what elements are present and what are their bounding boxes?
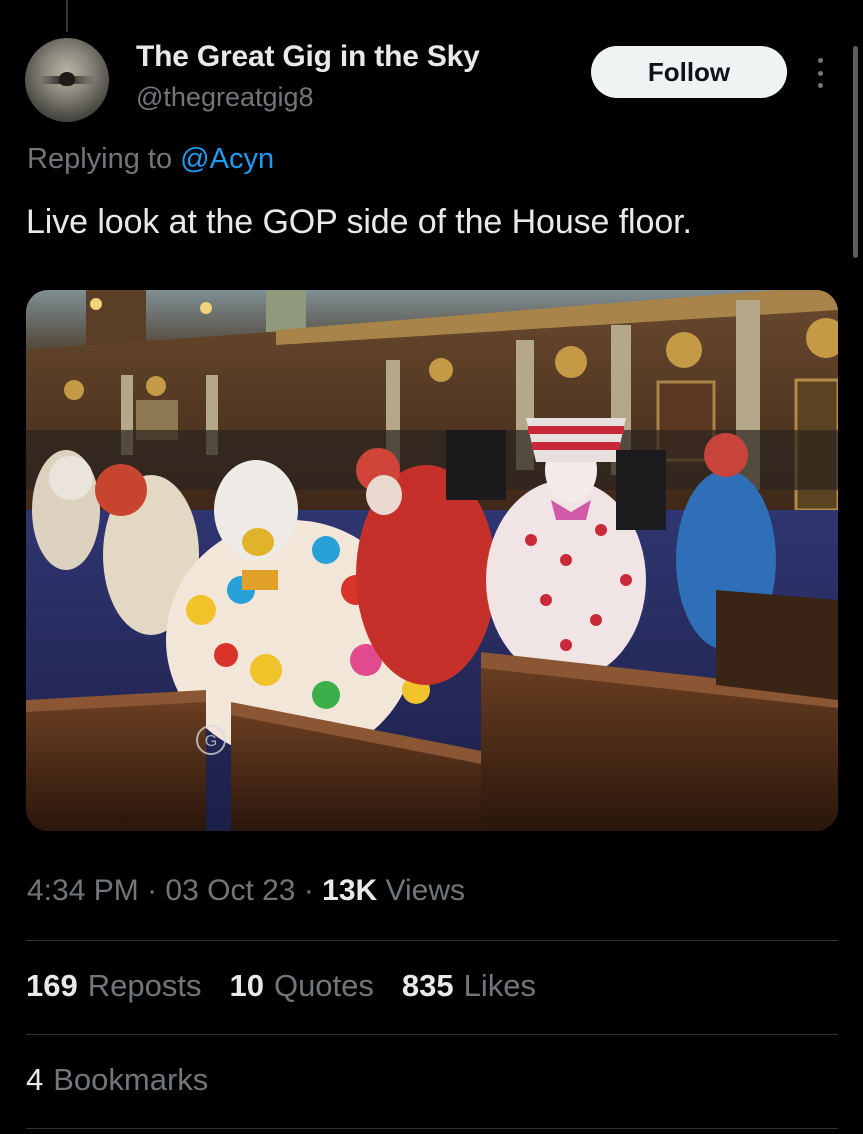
- likes-label: Likes: [463, 968, 537, 1003]
- bookmarks-stat[interactable]: 4 Bookmarks: [26, 1062, 208, 1098]
- divider: [26, 1034, 838, 1035]
- more-options-icon[interactable]: [810, 58, 830, 88]
- engagement-stats: 169 Reposts 10 Quotes 835 Likes: [26, 968, 536, 1004]
- quotes-stat[interactable]: 10 Quotes: [229, 968, 373, 1004]
- reposts-label: Reposts: [87, 968, 202, 1003]
- views-label: Views: [385, 874, 466, 907]
- bookmarks-count: 4: [26, 1062, 44, 1097]
- tweet-media-image[interactable]: G: [26, 290, 838, 831]
- house-floor-clowns-image: G: [26, 290, 838, 831]
- quotes-count: 10: [229, 968, 264, 1003]
- reposts-count: 169: [26, 968, 78, 1003]
- tweet-detail: The Great Gig in the Sky @thegreatgig8 F…: [0, 0, 863, 1134]
- reply-context-prefix: Replying to: [27, 143, 173, 175]
- reply-mention-link[interactable]: @Acyn: [180, 143, 274, 175]
- likes-stat[interactable]: 835 Likes: [402, 968, 536, 1004]
- avatar[interactable]: [25, 38, 109, 122]
- follow-button[interactable]: Follow: [591, 46, 787, 98]
- tweet-metadata: 4:34 PM · 03 Oct 23 · 13K Views: [27, 874, 466, 907]
- thread-connector-line: [66, 0, 68, 32]
- divider: [26, 940, 838, 941]
- likes-count: 835: [401, 968, 454, 1003]
- divider: [26, 1128, 838, 1129]
- reposts-stat[interactable]: 169 Reposts: [26, 968, 201, 1004]
- quotes-label: Quotes: [273, 968, 374, 1003]
- author-display-name[interactable]: The Great Gig in the Sky: [136, 40, 480, 74]
- bookmarks-label: Bookmarks: [53, 1062, 209, 1097]
- tweet-time[interactable]: 4:34 PM: [27, 874, 139, 907]
- tweet-text: Live look at the GOP side of the House f…: [26, 203, 692, 241]
- author-handle[interactable]: @thegreatgig8: [136, 82, 314, 113]
- tweet-date[interactable]: 03 Oct 23: [165, 874, 295, 907]
- views-count: 13K: [322, 874, 378, 907]
- scrollbar[interactable]: [853, 46, 858, 258]
- reply-context: Replying to @Acyn: [27, 143, 274, 176]
- image-watermark: G: [205, 733, 217, 750]
